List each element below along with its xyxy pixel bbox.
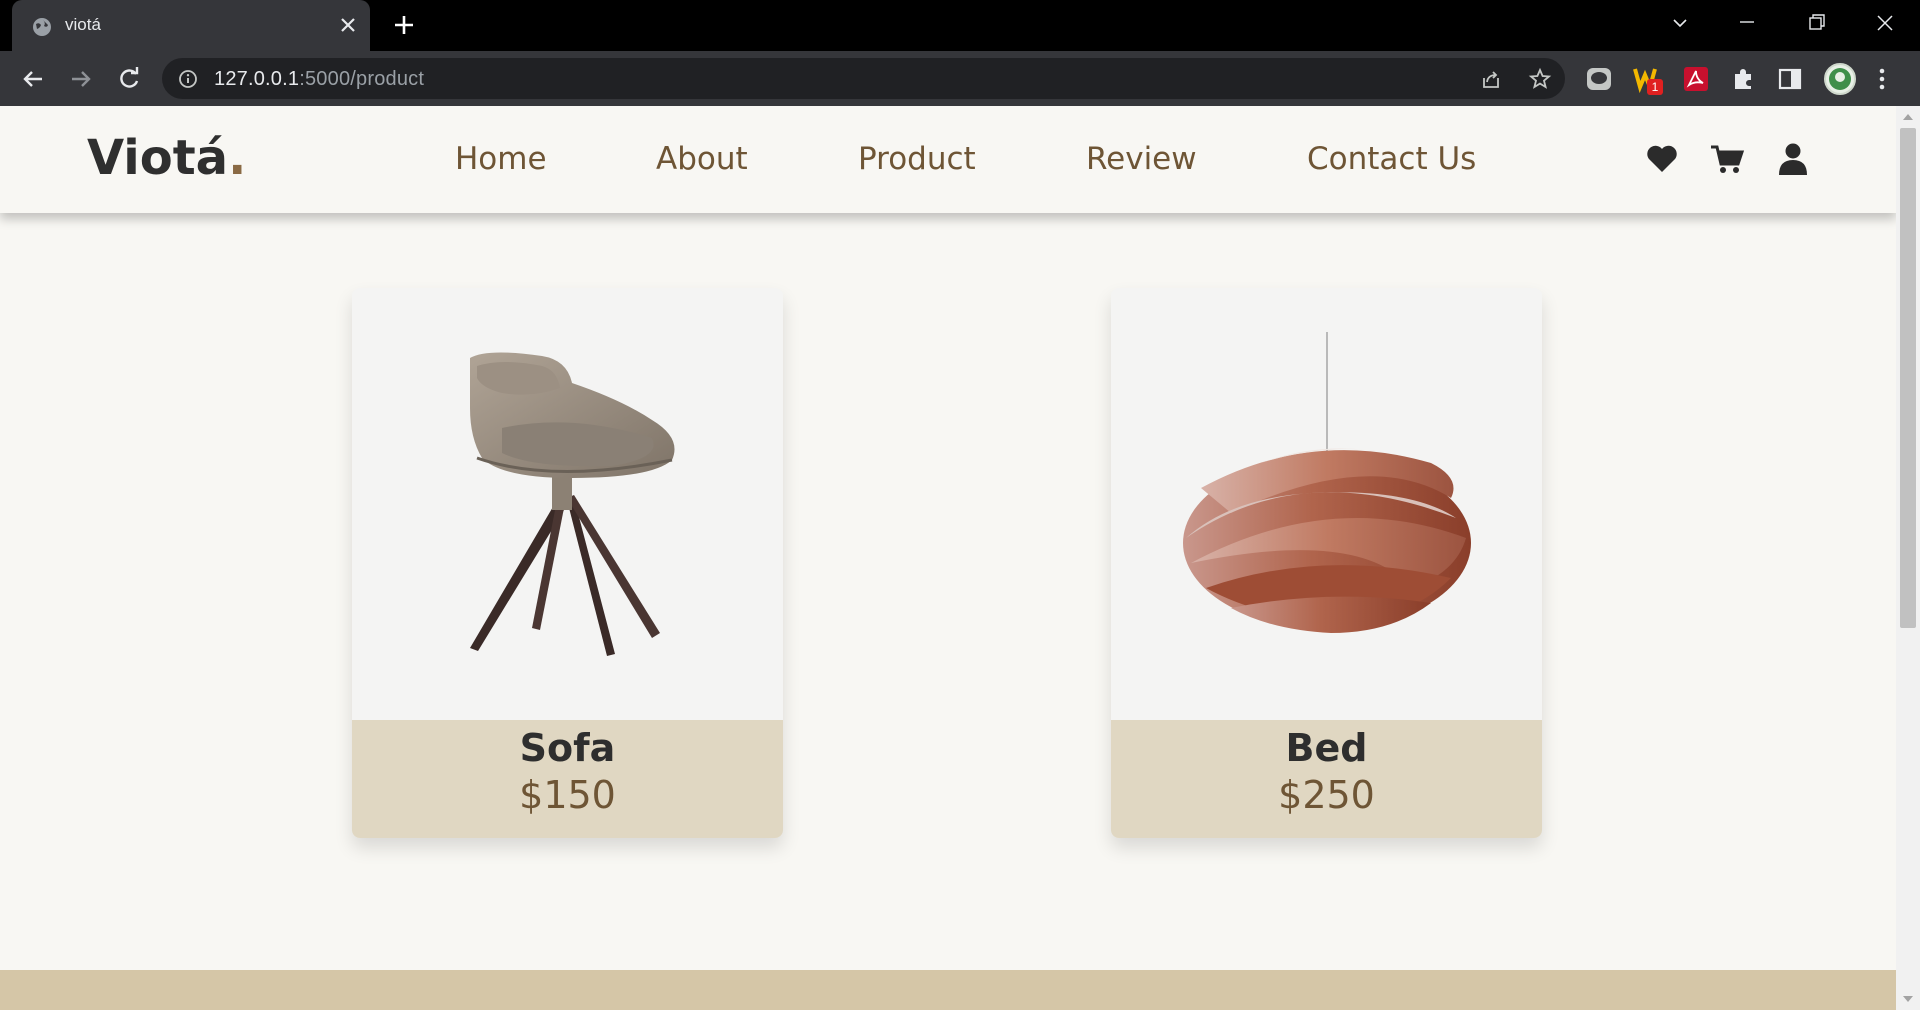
- nav-about[interactable]: About: [656, 141, 748, 177]
- chair-illustration: [470, 352, 675, 656]
- product-price: $150: [519, 773, 616, 817]
- scroll-up-arrow-icon[interactable]: [1903, 114, 1913, 120]
- site-logo[interactable]: Viotá.: [87, 130, 246, 186]
- logo-dot: .: [228, 130, 247, 186]
- side-panel-icon[interactable]: [1776, 65, 1804, 93]
- pdf-extension-icon[interactable]: [1682, 65, 1710, 93]
- nav-contact-us[interactable]: Contact Us: [1307, 141, 1476, 177]
- product-price: $250: [1278, 773, 1375, 817]
- forward-icon[interactable]: [66, 64, 96, 94]
- nav-product[interactable]: Product: [858, 141, 976, 177]
- page-scrollbar[interactable]: [1896, 106, 1920, 1010]
- tab-search-icon[interactable]: [1662, 8, 1698, 38]
- globe-icon: [33, 18, 51, 36]
- product-name[interactable]: Sofa: [352, 726, 783, 770]
- browser-menu-icon[interactable]: [1868, 65, 1896, 93]
- url-host: 127.0.0.1: [214, 68, 300, 90]
- back-icon[interactable]: [18, 64, 48, 94]
- minimize-icon[interactable]: [1729, 8, 1765, 38]
- url-path: :5000/product: [299, 68, 425, 90]
- product-card[interactable]: Bed $250: [1111, 288, 1542, 838]
- pendant-lamp-illustration: [1183, 332, 1471, 633]
- product-image-pendant-lamp[interactable]: [1111, 288, 1542, 720]
- site-info-icon[interactable]: [178, 69, 198, 89]
- close-window-icon[interactable]: [1867, 8, 1903, 38]
- reload-icon[interactable]: [114, 64, 144, 94]
- line-extension-icon[interactable]: [1585, 65, 1613, 93]
- browser-tab[interactable]: viotá: [12, 0, 370, 51]
- new-tab-icon[interactable]: [391, 12, 417, 38]
- scroll-thumb[interactable]: [1900, 128, 1916, 628]
- url-text: 127.0.0.1:5000/product: [214, 68, 424, 91]
- share-icon[interactable]: [1480, 68, 1502, 90]
- profile-avatar[interactable]: [1824, 63, 1856, 95]
- user-icon[interactable]: [1775, 141, 1811, 177]
- extensions-puzzle-icon[interactable]: [1729, 65, 1757, 93]
- browser-titlebar: viotá: [0, 0, 1920, 51]
- tab-title: viotá: [65, 15, 101, 34]
- product-name[interactable]: Bed: [1111, 726, 1542, 770]
- cart-icon[interactable]: [1709, 141, 1745, 177]
- footer-band: [0, 970, 1896, 1010]
- product-card[interactable]: Sofa $150: [352, 288, 783, 838]
- browser-toolbar: 127.0.0.1:5000/product 1: [0, 51, 1920, 106]
- bookmark-star-icon[interactable]: [1528, 67, 1552, 91]
- extension-badge: 1: [1647, 79, 1663, 95]
- close-tab-icon[interactable]: [336, 13, 360, 37]
- page-viewport: Viotá. Home About Product Review Contact…: [0, 106, 1896, 1010]
- product-image-chair[interactable]: [352, 288, 783, 720]
- logo-text: Viotá: [87, 130, 229, 186]
- product-info: Sofa $150: [352, 720, 783, 838]
- address-bar[interactable]: 127.0.0.1:5000/product: [162, 58, 1565, 99]
- profile-avatar-glyph: [1829, 68, 1851, 90]
- nav-review[interactable]: Review: [1086, 141, 1197, 177]
- product-info: Bed $250: [1111, 720, 1542, 838]
- heart-icon[interactable]: [1644, 141, 1680, 177]
- site-header: Viotá. Home About Product Review Contact…: [0, 106, 1896, 213]
- restore-icon[interactable]: [1798, 8, 1834, 38]
- scroll-down-arrow-icon[interactable]: [1903, 996, 1913, 1002]
- w-extension-icon[interactable]: 1: [1633, 65, 1663, 95]
- nav-home[interactable]: Home: [455, 141, 547, 177]
